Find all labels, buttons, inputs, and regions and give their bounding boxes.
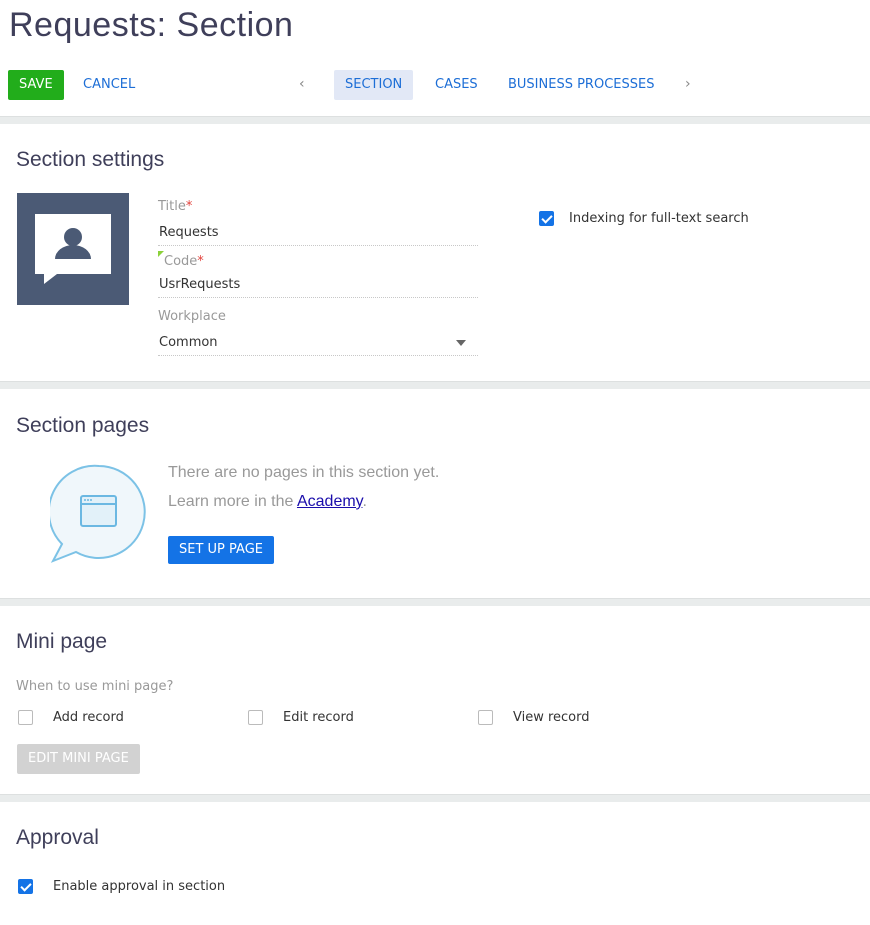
code-label: Code* (164, 254, 204, 269)
mini-page-question: When to use mini page? (16, 679, 174, 694)
title-input[interactable]: Requests (159, 225, 219, 240)
divider (0, 116, 870, 124)
field-underline (158, 355, 478, 356)
save-button[interactable]: Save (8, 70, 64, 100)
learn-more-text: Learn more in the Academy. (168, 493, 367, 510)
edit-mini-page-button[interactable]: Edit mini page (17, 744, 140, 774)
academy-link[interactable]: Academy (297, 493, 363, 510)
tab-business-processes[interactable]: Business processes (497, 70, 665, 100)
field-underline (158, 245, 478, 246)
page-bubble-icon (50, 464, 146, 563)
edit-record-checkbox[interactable] (248, 710, 263, 725)
tab-section[interactable]: Section (334, 70, 414, 100)
divider (0, 381, 870, 389)
edit-record-label: Edit record (283, 710, 354, 725)
cancel-button[interactable]: Cancel (72, 70, 146, 100)
workplace-select[interactable]: Common (159, 335, 218, 350)
divider (0, 598, 870, 606)
set-up-page-button[interactable]: Set up page (168, 536, 274, 564)
enable-approval-checkbox[interactable] (18, 879, 33, 894)
page-title: Requests: Section (9, 6, 294, 44)
tabs-prev-icon[interactable]: ‹ (299, 76, 305, 92)
view-record-checkbox[interactable] (478, 710, 493, 725)
tab-cases[interactable]: Cases (424, 70, 489, 100)
enable-approval-label: Enable approval in section (53, 879, 226, 894)
no-pages-text: There are no pages in this section yet. (168, 464, 440, 481)
chevron-down-icon[interactable] (456, 340, 466, 346)
approval-title: Approval (16, 826, 99, 849)
user-chat-icon (35, 214, 111, 284)
add-record-label: Add record (53, 710, 124, 725)
add-record-checkbox[interactable] (18, 710, 33, 725)
section-settings-title: Section settings (16, 148, 165, 171)
view-record-label: View record (513, 710, 590, 725)
field-underline (158, 297, 478, 298)
indexing-checkbox[interactable] (539, 211, 554, 226)
divider (0, 794, 870, 802)
code-input[interactable]: UsrRequests (159, 277, 240, 292)
indexing-label: Indexing for full-text search (569, 211, 749, 226)
mini-page-title: Mini page (16, 630, 108, 653)
section-pages-title: Section pages (16, 414, 150, 437)
tabs-next-icon[interactable]: › (685, 76, 691, 92)
section-icon-picker[interactable] (17, 193, 129, 305)
workplace-label: Workplace (158, 309, 226, 324)
title-label: Title* (158, 199, 193, 214)
